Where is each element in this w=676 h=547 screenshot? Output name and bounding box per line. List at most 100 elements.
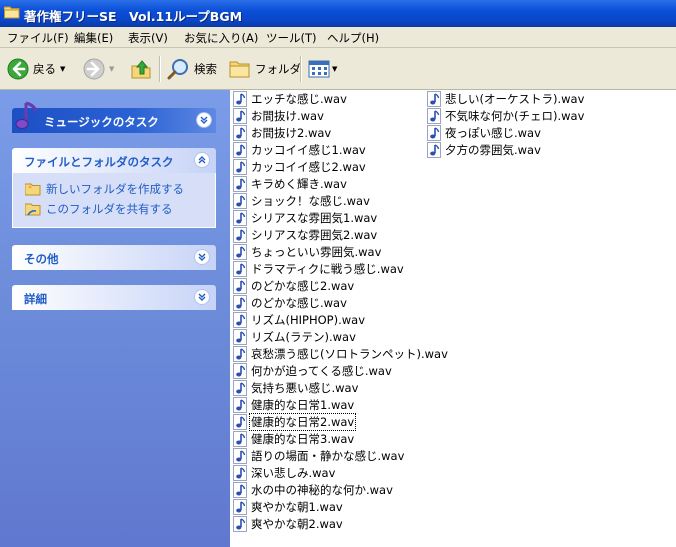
menu-edit[interactable]: 編集(E) [74, 30, 113, 46]
title-bar: 著作権フリーSE Vol.11ループBGM [0, 0, 676, 27]
file-name: 健康的な日常1.wav [251, 397, 355, 412]
menu-view[interactable]: 表示(V) [128, 30, 168, 46]
collapse-icon[interactable] [196, 112, 212, 128]
wav-file-icon [233, 226, 247, 243]
file-item[interactable]: ドラマティクに戦う感じ.wav [232, 260, 449, 277]
expand-icon[interactable] [194, 289, 210, 305]
search-icon [167, 59, 188, 80]
wav-file-icon [233, 277, 247, 294]
file-item[interactable]: カッコイイ感じ1.wav [232, 141, 449, 158]
file-item[interactable]: のどかな感じ2.wav [232, 277, 449, 294]
file-item[interactable]: 爽やかな朝2.wav [232, 515, 449, 532]
forward-arrow-icon [83, 58, 105, 80]
new-folder-task[interactable]: 新しいフォルダを作成する [25, 179, 215, 199]
collapse-up-icon[interactable] [194, 152, 210, 168]
wav-file-icon [233, 260, 247, 277]
file-folder-tasks-title: ファイルとフォルダのタスク [24, 155, 174, 169]
file-item[interactable]: 爽やかな朝1.wav [232, 498, 449, 515]
file-name: リズム(HIPHOP).wav [251, 312, 365, 327]
file-item[interactable]: ちょっといい雰囲気.wav [232, 243, 449, 260]
views-button[interactable]: ▼ [308, 55, 337, 83]
wav-file-icon [427, 124, 441, 141]
music-note-icon [15, 101, 38, 129]
file-item[interactable]: キラめく輝き.wav [232, 175, 449, 192]
new-folder-icon [25, 183, 41, 196]
share-folder-task[interactable]: このフォルダを共有する [25, 199, 215, 219]
other-header[interactable]: その他 [12, 245, 216, 270]
back-button[interactable]: 戻る ▼ [7, 55, 65, 83]
file-item[interactable]: お間抜け2.wav [232, 124, 449, 141]
file-name: のどかな感じ2.wav [251, 278, 355, 293]
file-name: リズム(ラテン).wav [251, 329, 356, 344]
wav-file-icon [233, 379, 247, 396]
file-item[interactable]: リズム(HIPHOP).wav [232, 311, 449, 328]
file-column-1: エッチな感じ.wav お間抜け.wav お間抜け2.wav カッコイイ感じ1.wav カ… [232, 90, 449, 532]
file-folder-tasks-header[interactable]: ファイルとフォルダのタスク [12, 148, 216, 173]
file-item[interactable]: 夜っぽい感じ.wav [426, 124, 585, 141]
wav-file-icon [233, 243, 247, 260]
file-item[interactable]: 何かが迫ってくる感じ.wav [232, 362, 449, 379]
search-label: 検索 [194, 62, 217, 76]
menu-file[interactable]: ファイル(F) [7, 30, 69, 46]
file-list: エッチな感じ.wav お間抜け.wav お間抜け2.wav カッコイイ感じ1.wav カ… [230, 90, 676, 547]
wav-file-icon [427, 90, 441, 107]
menu-help[interactable]: ヘルプ(H) [327, 30, 379, 46]
chevron-down-icon[interactable]: ▼ [109, 65, 114, 73]
file-item[interactable]: エッチな感じ.wav [232, 90, 449, 107]
menu-tools[interactable]: ツール(T) [266, 30, 317, 46]
file-name: 爽やかな朝1.wav [251, 499, 343, 514]
toolbar-separator [159, 56, 160, 82]
file-item[interactable]: のどかな感じ.wav [232, 294, 449, 311]
file-item[interactable]: お間抜け.wav [232, 107, 449, 124]
file-item[interactable]: 健康的な日常2.wav [232, 412, 449, 431]
file-item[interactable]: 夕方の雰囲気.wav [426, 141, 585, 158]
file-name: 何かが迫ってくる感じ.wav [251, 363, 392, 378]
file-name: 爽やかな朝2.wav [251, 516, 343, 531]
file-name: シリアスな雰囲気1.wav [251, 210, 378, 225]
file-item[interactable]: 健康的な日常1.wav [232, 396, 449, 413]
wav-file-icon [233, 158, 247, 175]
file-item[interactable]: シリアスな雰囲気2.wav [232, 226, 449, 243]
file-item[interactable]: リズム(ラテン).wav [232, 328, 449, 345]
file-name: ドラマティクに戦う感じ.wav [251, 261, 404, 276]
wav-file-icon [233, 175, 247, 192]
file-item[interactable]: 哀愁漂う感じ(ソロトランペット).wav [232, 345, 449, 362]
up-folder-button[interactable] [130, 55, 154, 83]
folder-icon [4, 6, 20, 19]
file-item[interactable]: シリアスな雰囲気1.wav [232, 209, 449, 226]
file-folder-tasks-body: 新しいフォルダを作成する このフォルダを共有する [12, 173, 216, 228]
new-folder-label: 新しいフォルダを作成する [46, 182, 184, 196]
back-label: 戻る [33, 62, 56, 76]
views-icon [308, 60, 330, 78]
wav-file-icon [233, 328, 247, 345]
file-item[interactable]: 不気味な何か(チェロ).wav [426, 107, 585, 124]
window-title: 著作権フリーSE Vol.11ループBGM [24, 9, 243, 24]
file-item[interactable]: ショック！な感じ.wav [232, 192, 449, 209]
wav-file-icon [427, 141, 441, 158]
file-name: のどかな感じ.wav [251, 295, 347, 310]
details-header[interactable]: 詳細 [12, 285, 216, 310]
menu-favorites[interactable]: お気に入り(A) [184, 30, 258, 46]
file-item[interactable]: 水の中の神秘的な何か.wav [232, 481, 449, 498]
file-item[interactable]: 健康的な日常3.wav [232, 430, 449, 447]
back-arrow-icon [7, 58, 29, 80]
file-item[interactable]: 深い悲しみ.wav [232, 464, 449, 481]
chevron-down-icon[interactable]: ▼ [332, 65, 337, 73]
file-name: お間抜け2.wav [251, 125, 332, 140]
chevron-down-icon[interactable]: ▼ [60, 65, 65, 73]
file-item[interactable]: 語りの場面・静かな感じ.wav [232, 447, 449, 464]
file-item[interactable]: カッコイイ感じ2.wav [232, 158, 449, 175]
music-tasks-header[interactable]: ミュージックのタスク [12, 101, 216, 133]
file-name: 夜っぽい感じ.wav [445, 125, 541, 140]
file-item[interactable]: 悲しい(オーケストラ).wav [426, 90, 585, 107]
file-item[interactable]: 気持ち悪い感じ.wav [232, 379, 449, 396]
forward-button[interactable]: ▼ [83, 55, 114, 83]
search-button[interactable]: 検索 [166, 55, 217, 83]
wav-file-icon [233, 515, 247, 532]
file-name: カッコイイ感じ1.wav [251, 142, 366, 157]
details-panel: 詳細 [12, 285, 216, 310]
expand-icon[interactable] [194, 249, 210, 265]
wav-file-icon [233, 124, 247, 141]
folders-button[interactable]: フォルダ [229, 55, 301, 83]
file-column-2: 悲しい(オーケストラ).wav 不気味な何か(チェロ).wav 夜っぽい感じ.wav… [426, 90, 585, 158]
